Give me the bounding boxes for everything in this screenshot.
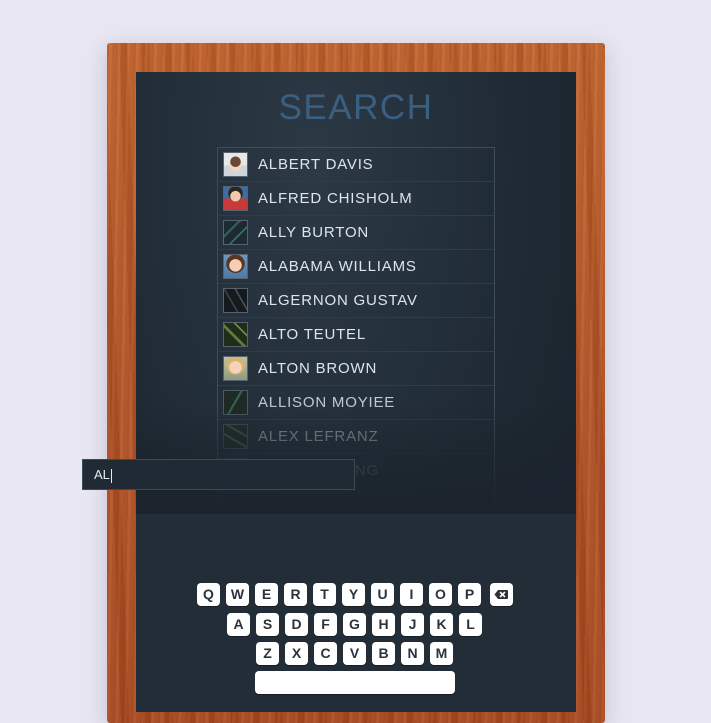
key-e[interactable]: E [255, 583, 278, 606]
backspace-icon [494, 590, 508, 599]
key-h[interactable]: H [372, 613, 395, 636]
space-bar[interactable] [255, 671, 455, 694]
list-item[interactable]: ALABAMA WILLIAMS [218, 250, 494, 284]
key-g[interactable]: G [343, 613, 366, 636]
result-name: ALFRED CHISHOLM [258, 190, 413, 207]
key-b[interactable]: B [372, 642, 395, 665]
child-portrait-icon [223, 254, 248, 279]
backspace-key[interactable] [490, 583, 513, 606]
list-item[interactable]: ALGERNON GUSTAV [218, 284, 494, 318]
result-name: ALBERT DAVIS [258, 156, 374, 173]
key-w[interactable]: W [226, 583, 249, 606]
key-q[interactable]: Q [197, 583, 220, 606]
result-name: ALTON BROWN [258, 360, 378, 377]
key-z[interactable]: Z [256, 642, 279, 665]
list-item[interactable]: ALEX LEFRANZ [218, 420, 494, 454]
list-item[interactable]: ALTON BROWN [218, 352, 494, 386]
key-v[interactable]: V [343, 642, 366, 665]
key-o[interactable]: O [429, 583, 452, 606]
result-name: ALEX LEFRANZ [258, 428, 379, 445]
list-item[interactable]: ALBERT DAVIS [218, 148, 494, 182]
text-caret [110, 468, 112, 483]
key-k[interactable]: K [430, 613, 453, 636]
key-c[interactable]: C [314, 642, 337, 665]
leaf-pattern-icon [223, 322, 248, 347]
result-name: ALLY BURTON [258, 224, 370, 241]
leaf-pattern-icon [223, 220, 248, 245]
key-x[interactable]: X [285, 642, 308, 665]
child-portrait-icon [223, 186, 248, 211]
key-t[interactable]: T [313, 583, 336, 606]
key-j[interactable]: J [401, 613, 424, 636]
branch-pattern-icon [223, 288, 248, 313]
child-portrait-icon [223, 152, 248, 177]
page-title: SEARCH [278, 88, 434, 127]
list-item[interactable]: ALFRED CHISHOLM [218, 182, 494, 216]
key-a[interactable]: A [227, 613, 250, 636]
key-l[interactable]: L [459, 613, 482, 636]
key-d[interactable]: D [285, 613, 308, 636]
result-name: ALTO TEUTEL [258, 326, 366, 343]
key-y[interactable]: Y [342, 583, 365, 606]
result-name: ALGERNON GUSTAV [258, 292, 418, 309]
search-input[interactable]: AL [82, 459, 355, 490]
list-item[interactable]: ALLISON MOYIEE [218, 386, 494, 420]
key-i[interactable]: I [400, 583, 423, 606]
search-input-value: AL [94, 467, 110, 482]
result-name: ALLISON MOYIEE [258, 394, 396, 411]
leaf-pattern-icon [223, 424, 248, 449]
child-portrait-icon [223, 356, 248, 381]
result-name: ALABAMA WILLIAMS [258, 258, 417, 275]
key-n[interactable]: N [401, 642, 424, 665]
key-u[interactable]: U [371, 583, 394, 606]
key-f[interactable]: F [314, 613, 337, 636]
leaf-pattern-icon [223, 390, 248, 415]
key-s[interactable]: S [256, 613, 279, 636]
list-item[interactable]: ALTO TEUTEL [218, 318, 494, 352]
key-m[interactable]: M [430, 642, 453, 665]
key-p[interactable]: P [458, 583, 481, 606]
list-item[interactable]: ALLY BURTON [218, 216, 494, 250]
key-r[interactable]: R [284, 583, 307, 606]
